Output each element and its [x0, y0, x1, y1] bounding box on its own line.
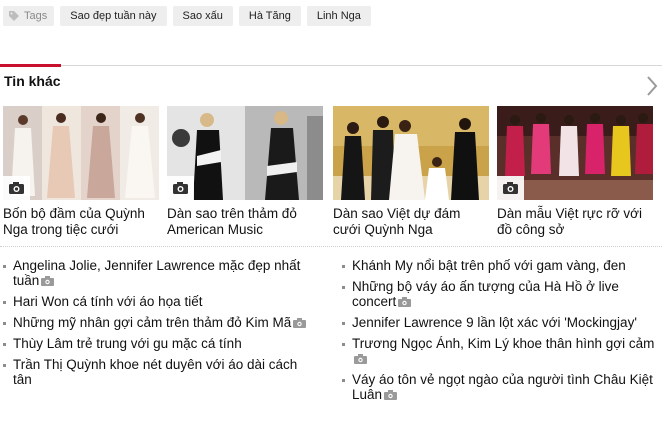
list-item[interactable]: Trương Ngọc Ánh, Kim Lý khoe thân hình g…	[342, 336, 660, 366]
camera-icon	[354, 354, 367, 364]
list-item-link[interactable]: Trương Ngọc Ánh, Kim Lý khoe thân hình g…	[352, 336, 654, 351]
list-item-link[interactable]: Những bộ váy áo ấn tượng của Hà Hồ ở liv…	[352, 279, 619, 309]
list-item[interactable]: Thùy Lâm trẻ trung với gu mặc cá tính	[3, 336, 319, 351]
news-list-right: Khánh My nổi bật trên phố với gam vàng, …	[342, 258, 660, 408]
list-item-link[interactable]: Jennifer Lawrence 9 lần lột xác với 'Moc…	[352, 315, 637, 330]
section-title: Tin khác	[4, 73, 61, 89]
tag-linh-nga[interactable]: Linh Nga	[306, 6, 371, 26]
card-thumbnail[interactable]	[3, 106, 159, 200]
tags-label-text: Tags	[24, 10, 48, 22]
camera-icon	[293, 318, 307, 328]
tags-bar: Tags Sao đẹp tuần này Sao xấu Hà Tăng Li…	[3, 6, 371, 26]
section-accent-bar	[0, 64, 61, 67]
list-item[interactable]: Khánh My nổi bật trên phố với gam vàng, …	[342, 258, 660, 273]
list-item[interactable]: Trần Thị Quỳnh khoe nét duyên với áo dài…	[3, 357, 319, 387]
list-item-link[interactable]: Angelina Jolie, Jennifer Lawrence mặc đẹ…	[13, 258, 300, 288]
list-item[interactable]: Váy áo tôn vẻ ngọt ngào của người tình C…	[342, 372, 660, 402]
card-title[interactable]: Bốn bộ đầm của Quỳnh Nga trong tiệc cưới	[3, 206, 161, 238]
list-item[interactable]: Jennifer Lawrence 9 lần lột xác với 'Moc…	[342, 315, 660, 330]
list-item-link[interactable]: Váy áo tôn vẻ ngọt ngào của người tình C…	[352, 372, 653, 402]
list-item-link[interactable]: Những mỹ nhân gợi cảm trên thảm đỏ Kim M…	[13, 315, 291, 330]
card-title[interactable]: Dàn sao Việt dự đám cưới Quỳnh Nga	[333, 206, 491, 238]
related-cards: Bốn bộ đầm của Quỳnh Nga trong tiệc cưới	[3, 106, 663, 240]
card-title[interactable]: Dàn sao trên thảm đỏ American Music	[167, 206, 325, 238]
tag-icon	[9, 11, 19, 21]
tag-ha-tang[interactable]: Hà Tăng	[238, 6, 301, 26]
card-thumbnail[interactable]	[333, 106, 489, 200]
list-item-link[interactable]: Trần Thị Quỳnh khoe nét duyên với áo dài…	[13, 357, 297, 387]
card-thumbnail[interactable]	[167, 106, 323, 200]
list-item[interactable]: Những mỹ nhân gợi cảm trên thảm đỏ Kim M…	[3, 315, 319, 330]
card-office-wear[interactable]: Dàn mẫu Việt rực rỡ với đồ công sở	[497, 106, 655, 238]
photo-gallery-badge	[167, 176, 194, 200]
camera-icon	[173, 182, 188, 194]
photo-gallery-badge	[3, 176, 30, 200]
card-title[interactable]: Dàn mẫu Việt rực rỡ với đồ công sở	[497, 206, 655, 238]
tag-sao-dep-tuan-nay[interactable]: Sao đẹp tuần này	[60, 6, 167, 26]
card-quynh-nga-wedding[interactable]: Dàn sao Việt dự đám cưới Quỳnh Nga	[333, 106, 491, 238]
tag-sao-xau[interactable]: Sao xấu	[172, 6, 233, 26]
list-item-link[interactable]: Thùy Lâm trẻ trung với gu mặc cá tính	[13, 336, 242, 351]
list-item-link[interactable]: Khánh My nổi bật trên phố với gam vàng, …	[352, 258, 626, 273]
list-item-link[interactable]: Hari Won cá tính với áo họa tiết	[13, 294, 202, 309]
chevron-right-icon[interactable]	[645, 74, 659, 98]
card-image	[333, 106, 489, 200]
card-quynh-nga-dresses[interactable]: Bốn bộ đầm của Quỳnh Nga trong tiệc cưới	[3, 106, 161, 238]
cards-divider	[0, 246, 662, 247]
list-item[interactable]: Angelina Jolie, Jennifer Lawrence mặc đẹ…	[3, 258, 319, 288]
news-list-left: Angelina Jolie, Jennifer Lawrence mặc đẹ…	[3, 258, 319, 393]
tags-label: Tags	[3, 6, 55, 26]
list-item[interactable]: Hari Won cá tính với áo họa tiết	[3, 294, 319, 309]
section-divider	[0, 65, 662, 66]
camera-icon	[503, 182, 518, 194]
card-thumbnail[interactable]	[497, 106, 653, 200]
camera-icon	[398, 297, 412, 307]
camera-icon	[41, 276, 55, 286]
camera-icon	[384, 390, 398, 400]
photo-gallery-badge	[497, 176, 524, 200]
camera-icon	[9, 182, 24, 194]
list-item[interactable]: Những bộ váy áo ấn tượng của Hà Hồ ở liv…	[342, 279, 660, 309]
card-american-music[interactable]: Dàn sao trên thảm đỏ American Music	[167, 106, 325, 238]
